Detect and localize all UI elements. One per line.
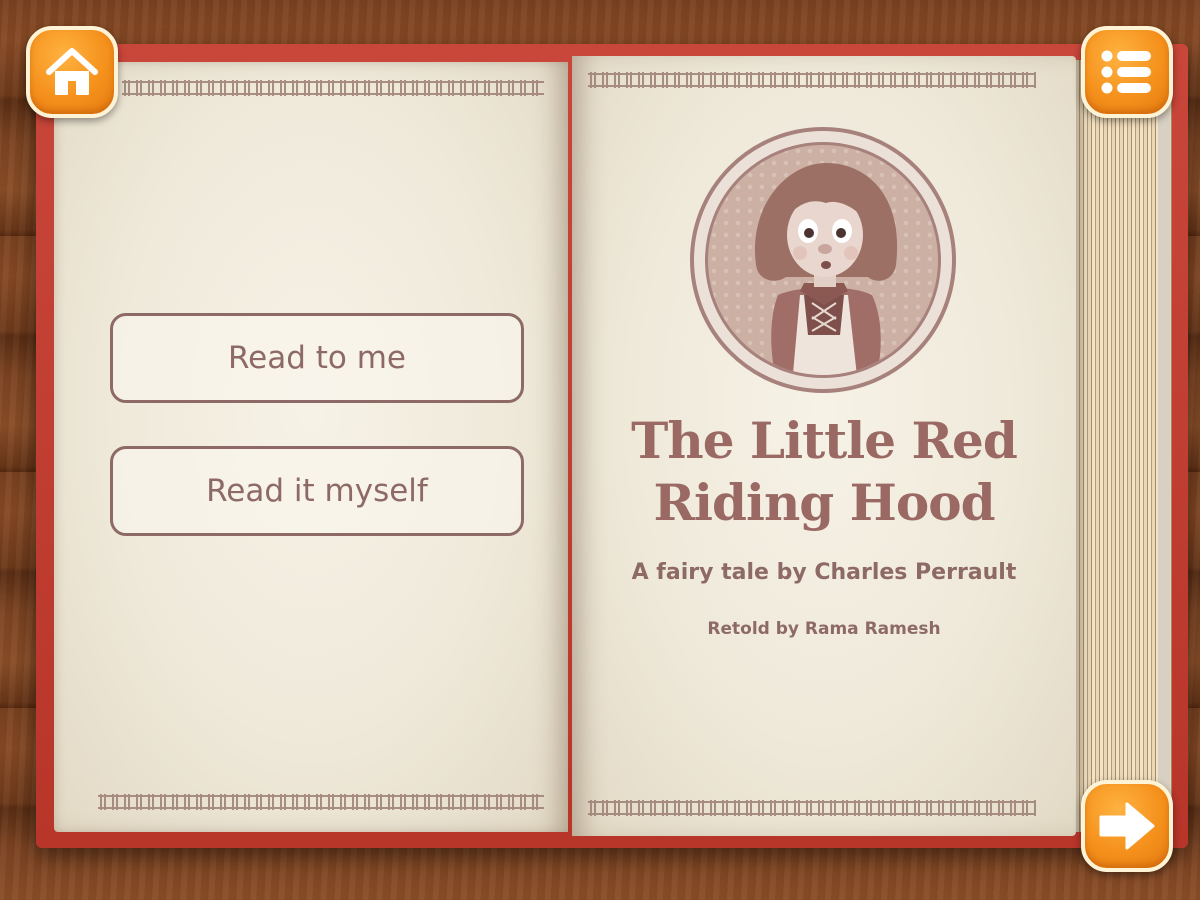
greek-key-border-top-right xyxy=(588,72,1036,88)
book-title: The Little Red Riding Hood xyxy=(631,411,1018,532)
list-menu-icon xyxy=(1101,50,1151,94)
book-credit: Retold by Rama Ramesh xyxy=(707,619,941,639)
red-riding-hood-illustration xyxy=(705,142,941,378)
greek-key-border-bottom-right xyxy=(588,800,1036,816)
arrow-right-icon xyxy=(1099,802,1155,850)
home-icon xyxy=(46,48,98,95)
book-subtitle: A fairy tale by Charles Perrault xyxy=(631,560,1017,585)
read-to-me-label: Read to me xyxy=(228,340,406,376)
book-page-edge xyxy=(1158,60,1170,832)
girl-portrait-svg xyxy=(754,163,898,375)
greek-key-border-bottom-left xyxy=(98,794,544,810)
home-button[interactable] xyxy=(26,26,118,118)
menu-button[interactable] xyxy=(1081,26,1173,118)
read-it-myself-button[interactable]: Read it myself xyxy=(110,446,524,536)
read-it-myself-label: Read it myself xyxy=(206,473,428,509)
read-to-me-button[interactable]: Read to me xyxy=(110,313,524,403)
next-page-button[interactable] xyxy=(1081,780,1173,872)
cover-portrait-frame xyxy=(690,127,956,393)
greek-key-border-top-left xyxy=(122,80,544,96)
